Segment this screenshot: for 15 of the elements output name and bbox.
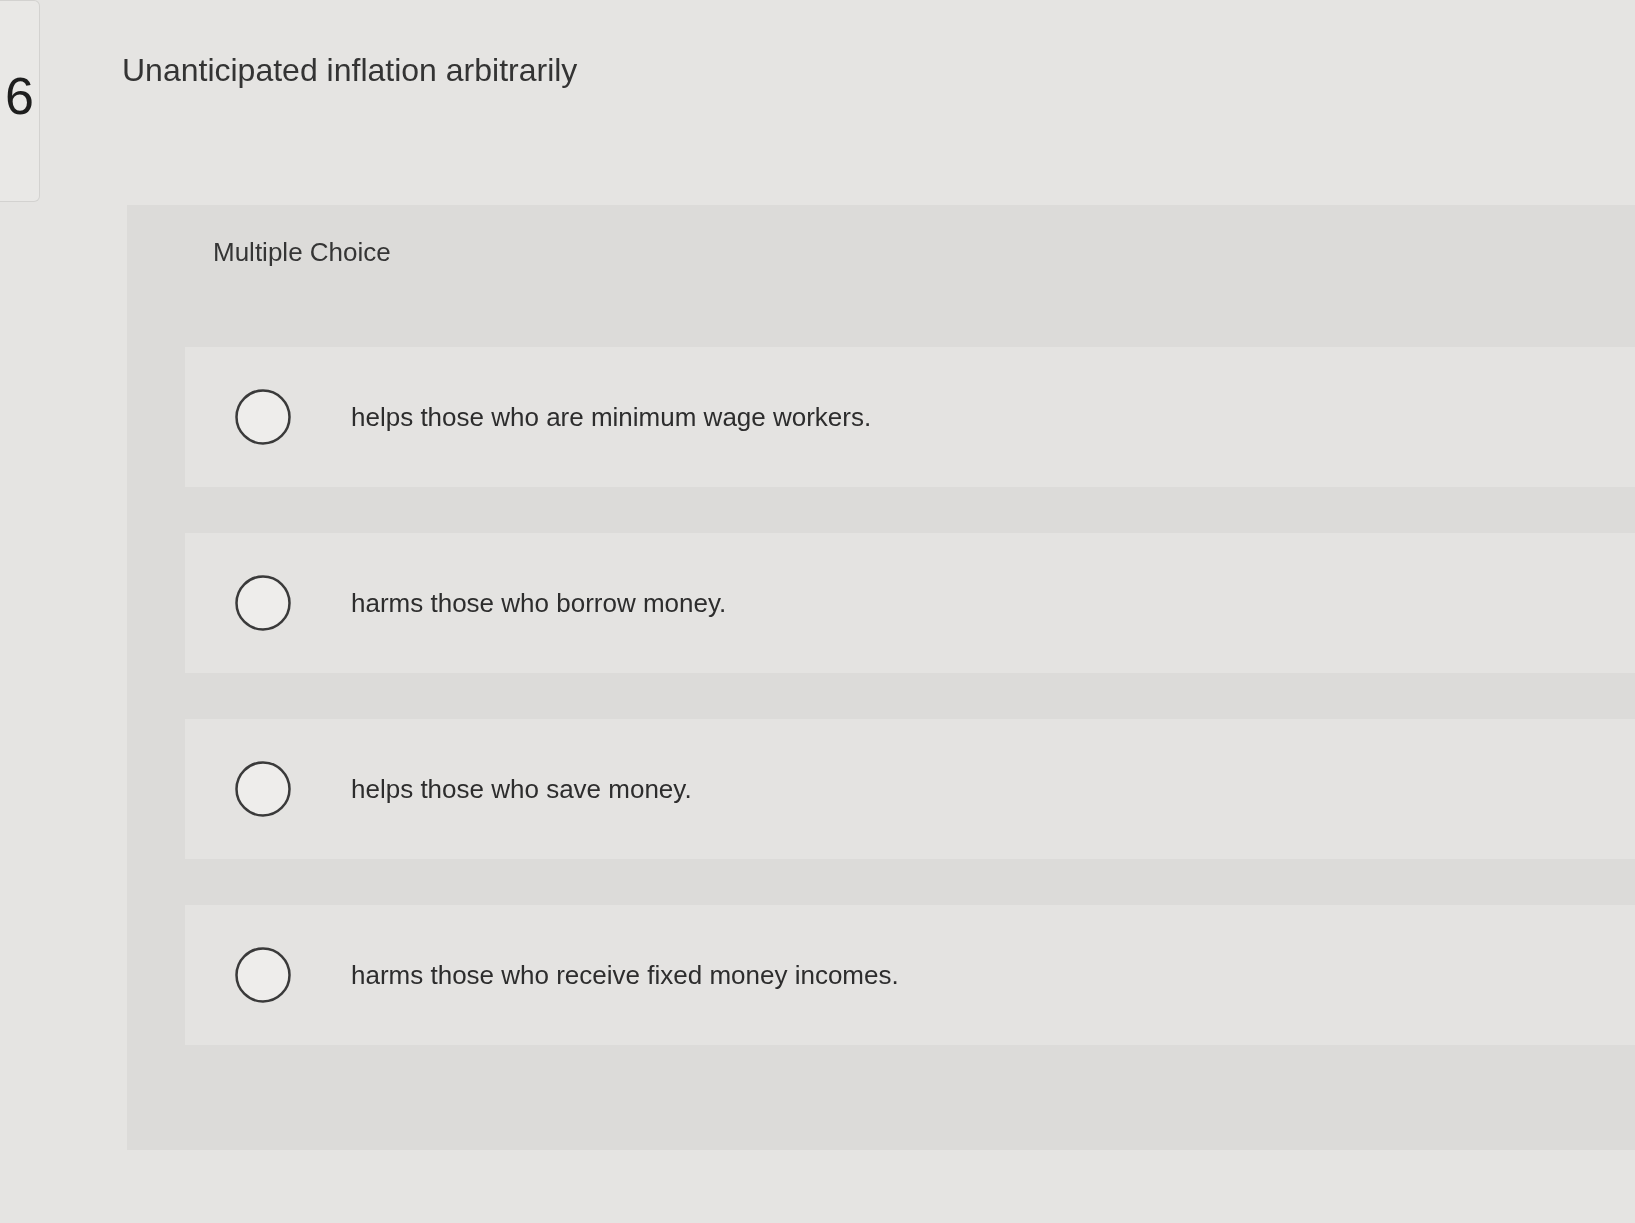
answer-option[interactable]: harms those who receive fixed money incomes.	[185, 905, 1635, 1045]
answer-option[interactable]: helps those who save money.	[185, 719, 1635, 859]
radio-button[interactable]	[235, 947, 291, 1003]
option-text: helps those who save money.	[351, 773, 692, 805]
radio-button[interactable]	[235, 575, 291, 631]
question-text: Unanticipated inflation arbitrarily	[122, 52, 578, 89]
option-text: helps those who are minimum wage workers.	[351, 401, 872, 433]
option-text: harms those who receive fixed money incomes.	[351, 959, 899, 991]
answer-option[interactable]: harms those who borrow money.	[185, 533, 1635, 673]
radio-button[interactable]	[235, 761, 291, 817]
question-type-label: Multiple Choice	[213, 237, 391, 267]
radio-button[interactable]	[235, 389, 291, 445]
answer-option[interactable]: helps those who are minimum wage workers.	[185, 347, 1635, 487]
option-text: harms those who borrow money.	[351, 587, 727, 619]
question-number: 6	[0, 0, 40, 202]
